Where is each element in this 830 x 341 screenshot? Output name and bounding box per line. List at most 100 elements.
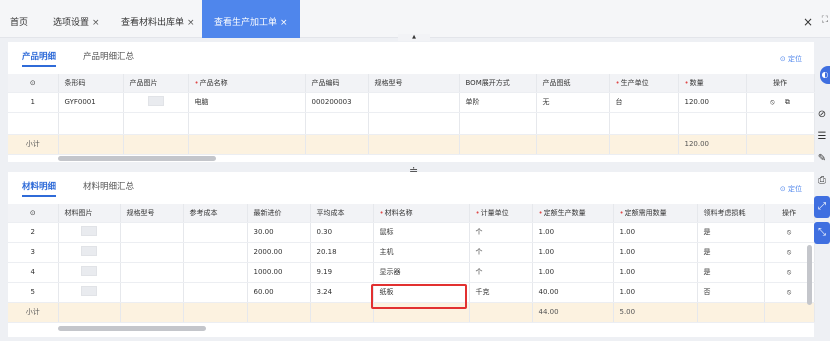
tab-options[interactable]: 选项设置 × (53, 0, 100, 38)
horizontal-scrollbar[interactable] (58, 156, 216, 161)
spec-cell (368, 92, 460, 113)
latest-price-cell: 30.00 (247, 222, 311, 243)
product-name-cell: 电脑 (188, 92, 306, 113)
print-icon[interactable]: ⎙ (814, 170, 830, 192)
avg-cost-cell: 9.19 (310, 262, 374, 283)
close-icon[interactable]: × (187, 18, 195, 28)
highlight-box (371, 284, 467, 309)
close-icon[interactable]: × (92, 18, 100, 28)
close-icon[interactable]: × (280, 18, 288, 28)
uom-cell: 千克 (469, 282, 533, 303)
subtotal-row: 小计 120.00 (8, 134, 815, 155)
document-icon[interactable]: ☰ (814, 126, 830, 148)
bom-cell: 单阶 (459, 92, 537, 113)
window-close-icon[interactable]: × (803, 15, 813, 29)
table-row[interactable]: 2 30.00 0.30 鼠标 个 1.00 1.00 是 ⦸ (8, 222, 815, 243)
collapse-handle[interactable]: ▲ (398, 34, 430, 41)
subtab-product-detail[interactable]: 产品明细 (22, 50, 57, 67)
locate-link[interactable]: ⊙ 定位 (780, 54, 802, 64)
latest-price-cell: 60.00 (247, 282, 311, 303)
table-row[interactable]: 4 1000.00 9.19 显示器 个 1.00 1.00 是 ⦸ (8, 262, 815, 283)
collapse-icon[interactable]: ⤡ (814, 222, 830, 244)
material-name-cell: 主机 (373, 242, 470, 263)
table-row[interactable]: 3 2000.00 20.18 主机 个 1.00 1.00 是 ⦸ (8, 242, 815, 263)
product-subtabs: 产品明细 产品明细汇总 ⊙ 定位 (8, 42, 814, 68)
product-code-cell: 000200003 (305, 92, 369, 113)
drawing-cell: 无 (536, 92, 610, 113)
vertical-scrollbar[interactable] (807, 245, 812, 305)
col-drawing: 产品图纸 (536, 74, 610, 93)
col-actions: 操作 (746, 74, 815, 93)
delete-icon[interactable]: ⦸ (770, 98, 775, 106)
attachment-icon[interactable]: ⊘ (814, 104, 830, 126)
right-toolbar: ⊘ ☰ ✎ ⎙ ⤢ ⤡ (814, 70, 830, 244)
subtab-material-summary[interactable]: 材料明细汇总 (83, 180, 134, 192)
row-index: 4 (8, 262, 59, 283)
row-index: 1 (8, 92, 59, 113)
caret-up-icon: ▲ (412, 34, 416, 40)
thumbnail-image[interactable] (147, 96, 164, 106)
tab-home[interactable]: 首页 (10, 0, 28, 38)
locate-link[interactable]: ⊙ 定位 (780, 184, 802, 194)
tab-bar: 首页 选项设置 × 查看材料出库单 × 查看生产加工单 × × ⛶ (0, 0, 830, 38)
subtab-material-detail[interactable]: 材料明细 (22, 180, 57, 197)
thumbnail-image[interactable] (81, 226, 97, 236)
thumbnail-image[interactable] (81, 286, 97, 296)
col-material-name: •材料名称 (373, 204, 470, 223)
need-qty-cell: 1.00 (613, 282, 698, 303)
avg-cost-cell: 0.30 (310, 222, 374, 243)
material-detail-panel: 材料明细 材料明细汇总 ⊙ 定位 ⊙ 材料图片 规格型号 参考成本 最新进价 平… (8, 172, 815, 337)
col-spec: 规格型号 (368, 74, 460, 93)
copy-icon[interactable]: ⧉ (785, 98, 790, 106)
avg-cost-cell: 20.18 (310, 242, 374, 263)
expand-icon[interactable]: ⤢ (814, 196, 830, 218)
material-header-row: ⊙ 材料图片 规格型号 参考成本 最新进价 平均成本 •材料名称 •计量单位 •… (8, 204, 815, 223)
prod-qty-cell: 1.00 (532, 222, 614, 243)
loss-cell: 是 (697, 222, 765, 243)
actions-cell: ⦸ ⧉ (746, 92, 815, 113)
material-name-cell: 显示器 (373, 262, 470, 283)
uom-cell: 个 (469, 262, 533, 283)
product-table: ⊙ 条形码 产品图片 •产品名称 产品编码 规格型号 BOM展开方式 产品图纸 … (8, 74, 815, 155)
prod-qty-cell: 40.00 (532, 282, 614, 303)
col-actions: 操作 (764, 204, 815, 223)
avg-cost-cell: 3.24 (310, 282, 374, 303)
product-image-cell (123, 92, 189, 113)
col-bom: BOM展开方式 (459, 74, 537, 93)
row-index: 2 (8, 222, 59, 243)
table-row[interactable]: 1 GYF0001 电脑 000200003 单阶 无 台 120.00 ⦸ ⧉ (8, 92, 815, 113)
uom-cell: 个 (469, 222, 533, 243)
latest-price-cell: 2000.00 (247, 242, 311, 263)
settings-icon[interactable]: ⊙ (8, 74, 59, 93)
material-image-cell (58, 282, 121, 303)
col-product-image: 产品图片 (123, 74, 189, 93)
tab-material-outbound[interactable]: 查看材料出库单 × (121, 0, 195, 38)
thumbnail-image[interactable] (81, 246, 97, 256)
subtab-product-summary[interactable]: 产品明细汇总 (83, 50, 134, 62)
col-uom: •计量单位 (469, 204, 533, 223)
latest-price-cell: 1000.00 (247, 262, 311, 283)
row-index: 5 (8, 282, 59, 303)
col-avg-cost: 平均成本 (310, 204, 374, 223)
window-expand-icon[interactable]: ⛶ (822, 15, 828, 25)
delete-icon[interactable]: ⦸ (764, 222, 815, 243)
uom-cell: 个 (469, 242, 533, 263)
unit-cell: 台 (609, 92, 679, 113)
locate-label: 定位 (788, 55, 802, 63)
pin-icon: ⊙ (779, 185, 788, 193)
prod-qty-cell: 1.00 (532, 262, 614, 283)
settings-icon[interactable]: ⊙ (8, 204, 59, 223)
col-material-image: 材料图片 (58, 204, 121, 223)
need-qty-cell: 1.00 (613, 242, 698, 263)
pin-icon: ⊙ (779, 55, 788, 63)
thumbnail-image[interactable] (81, 266, 97, 276)
tab-home-label: 首页 (10, 18, 29, 28)
subtotal-need-qty: 5.00 (613, 302, 698, 323)
tab-options-label: 选项设置 (53, 18, 90, 28)
tab-production-order[interactable]: 查看生产加工单 × (202, 0, 300, 38)
horizontal-scrollbar[interactable] (58, 326, 206, 331)
loss-cell: 否 (697, 282, 765, 303)
col-product-code: 产品编码 (305, 74, 369, 93)
edit-document-icon[interactable]: ✎ (814, 148, 830, 170)
subtotal-prod-qty: 44.00 (532, 302, 614, 323)
